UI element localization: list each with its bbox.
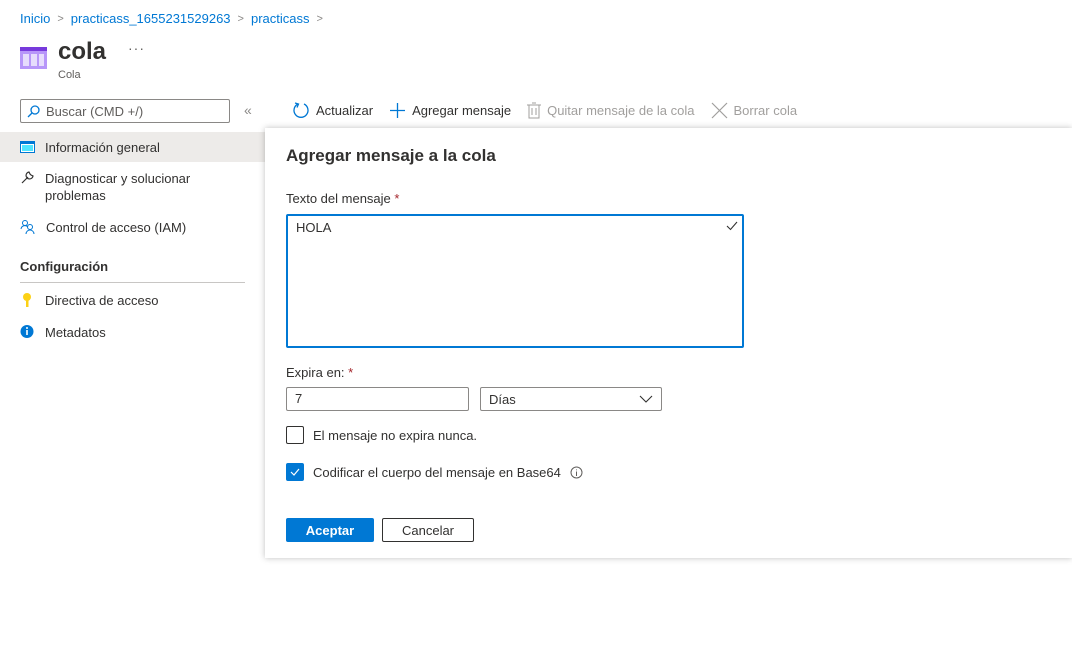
search-placeholder: Buscar (CMD +/) xyxy=(46,103,144,119)
sidebar-item-label: Diagnosticar y solucionar problemas xyxy=(45,171,191,203)
queue-icon xyxy=(20,47,47,69)
sidebar-item-label: Información general xyxy=(45,139,160,155)
section-configuracion: Configuración xyxy=(20,259,109,274)
expires-unit-select[interactable]: Días xyxy=(480,387,662,411)
required-marker: * xyxy=(348,365,354,380)
refresh-icon xyxy=(293,102,309,118)
breadcrumb-account[interactable]: practicass_1655231529263 xyxy=(71,11,231,26)
sidebar-item-overview[interactable]: Información general xyxy=(0,132,265,162)
message-textarea[interactable]: HOLA xyxy=(286,214,744,348)
wrench-icon xyxy=(21,171,34,184)
message-value: HOLA xyxy=(296,220,332,235)
add-message-button[interactable]: Agregar mensaje xyxy=(389,102,511,119)
chevron-right-icon: > xyxy=(316,12,323,25)
chevron-down-icon xyxy=(639,395,653,403)
message-label-text: Texto del mensaje xyxy=(286,191,391,206)
info-icon[interactable] xyxy=(570,466,583,479)
overview-icon xyxy=(20,141,35,153)
clear-queue-button[interactable]: Borrar cola xyxy=(711,102,798,119)
page-subtitle: Cola xyxy=(58,69,81,81)
base64-checkbox[interactable] xyxy=(286,463,304,481)
never-expires-label: El mensaje no expira nunca. xyxy=(313,427,478,443)
accept-button[interactable]: Aceptar xyxy=(286,518,374,542)
more-options-button[interactable]: ··· xyxy=(128,40,145,56)
never-expires-option[interactable]: El mensaje no expira nunca. xyxy=(286,426,477,444)
sidebar-item-access-policy[interactable]: Directiva de acceso xyxy=(0,292,265,309)
sidebar-item-label: Metadatos xyxy=(45,325,106,340)
checkmark-icon xyxy=(290,468,300,476)
breadcrumb: Inicio > practicass_1655231529263 > practi… xyxy=(20,11,323,26)
search-input[interactable]: Buscar (CMD +/) xyxy=(20,99,230,123)
sidebar-item-metadata[interactable]: Metadatos xyxy=(0,324,265,341)
close-icon xyxy=(711,102,727,118)
breadcrumb-practicass[interactable]: practicass xyxy=(251,11,310,26)
cancel-button[interactable]: Cancelar xyxy=(382,518,474,542)
divider xyxy=(20,282,245,283)
trash-icon xyxy=(527,102,542,118)
sidebar-item-diagnose[interactable]: Diagnosticar y solucionar problemas xyxy=(0,170,265,204)
base64-label: Codificar el cuerpo del mensaje en Base6… xyxy=(313,464,561,480)
expires-value-input[interactable]: 7 xyxy=(286,387,469,411)
people-icon xyxy=(20,220,35,234)
unit-value: Días xyxy=(489,391,516,407)
expires-label: Expira en: * xyxy=(286,365,353,380)
chevron-right-icon: > xyxy=(237,12,244,25)
required-marker: * xyxy=(394,191,400,206)
collapse-sidebar-button[interactable]: « xyxy=(244,102,252,118)
add-message-panel: Agregar mensaje a la cola Texto del mens… xyxy=(265,128,1072,558)
never-expires-checkbox[interactable] xyxy=(286,426,304,444)
page-title: cola xyxy=(58,38,107,65)
panel-title: Agregar mensaje a la cola xyxy=(286,146,496,165)
refresh-button[interactable]: Actualizar xyxy=(292,101,373,119)
sidebar-item-label: Control de acceso (IAM) xyxy=(46,220,187,235)
valid-check-icon xyxy=(726,221,738,231)
refresh-label: Actualizar xyxy=(316,102,374,118)
info-icon xyxy=(20,325,34,338)
plus-icon xyxy=(390,102,406,118)
expires-label-text: Expira en: xyxy=(286,365,345,380)
key-icon xyxy=(23,293,31,307)
sidebar-item-iam[interactable]: Control de acceso (IAM) xyxy=(0,219,265,236)
dequeue-message-button[interactable]: Quitar mensaje de la cola xyxy=(527,102,695,119)
sidebar-item-label: Directiva de acceso xyxy=(45,293,159,308)
toolbar: Actualizar Agregar mensaje Quitar mensaj… xyxy=(292,101,797,119)
dequeue-message-label: Quitar mensaje de la cola xyxy=(547,102,695,118)
add-message-label: Agregar mensaje xyxy=(412,102,512,118)
clear-queue-label: Borrar cola xyxy=(733,102,798,118)
chevron-right-icon: > xyxy=(57,12,64,25)
breadcrumb-inicio[interactable]: Inicio xyxy=(20,11,50,26)
message-label: Texto del mensaje * xyxy=(286,191,399,206)
base64-option[interactable]: Codificar el cuerpo del mensaje en Base6… xyxy=(286,463,583,481)
search-icon xyxy=(27,104,40,117)
